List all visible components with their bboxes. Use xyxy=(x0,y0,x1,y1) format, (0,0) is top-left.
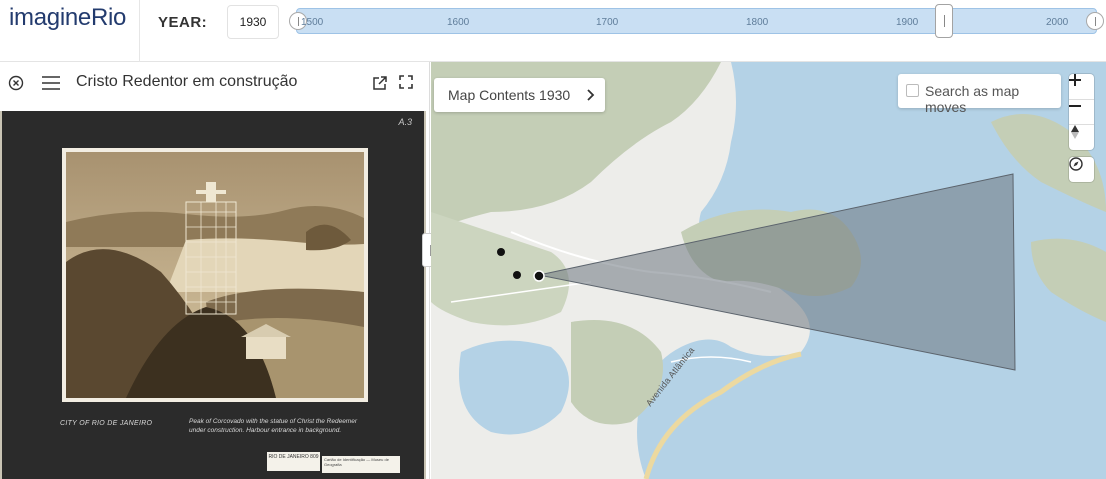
header-bar: imagineRio YEAR: 1930 1500 1600 1700 180… xyxy=(0,0,1106,62)
year-input[interactable]: 1930 xyxy=(227,5,279,39)
zoom-out-button[interactable] xyxy=(1069,99,1094,124)
map-contents-button[interactable]: Map Contents 1930 xyxy=(434,78,605,112)
chevron-right-icon xyxy=(584,88,596,102)
search-as-map-moves-label: Search as map moves xyxy=(925,83,1020,115)
reset-north-button[interactable] xyxy=(1069,124,1094,149)
timeline-year-handle[interactable] xyxy=(935,4,953,38)
historic-photo xyxy=(66,152,364,398)
timeline-tick: 1700 xyxy=(596,17,619,28)
image-detail-panel: Cristo Redentor em construção A.3 CITY O… xyxy=(0,62,430,479)
search-as-map-moves-checkbox[interactable] xyxy=(906,84,919,97)
panel-title: Cristo Redentor em construção xyxy=(76,73,298,90)
fullscreen-icon[interactable] xyxy=(398,74,414,90)
page-number: A.3 xyxy=(398,117,412,127)
timeline-slider[interactable]: 1500 1600 1700 1800 1900 2000 xyxy=(289,4,1104,38)
timeline-tick: 1500 xyxy=(301,17,324,28)
plus-icon xyxy=(1069,74,1081,86)
photo-mount xyxy=(62,148,368,402)
map-view[interactable]: Avenida Atlântica Map Contents 1930 Sear… xyxy=(431,62,1106,479)
locate-button[interactable] xyxy=(1069,157,1094,182)
map-contents-label: Map Contents 1930 xyxy=(448,87,571,103)
hamburger-menu-icon[interactable] xyxy=(42,75,60,91)
year-label: YEAR: xyxy=(158,14,208,31)
historic-photo-viewer[interactable]: A.3 CITY OF RIO DE JANEIRO Peak of Corco… xyxy=(0,111,426,479)
app-logo[interactable]: imagineRio xyxy=(9,4,126,32)
search-as-map-moves[interactable]: Search as map moves xyxy=(898,74,1061,115)
timeline-tick: 1800 xyxy=(746,17,769,28)
minus-icon xyxy=(1069,105,1081,107)
archive-tag: Cartão de Identificação — Museu de Geogr… xyxy=(322,456,400,473)
zoom-controls xyxy=(1069,74,1094,150)
caption-city: CITY OF RIO DE JANEIRO xyxy=(60,420,153,427)
timeline-tick: 2000 xyxy=(1046,17,1069,28)
header-divider xyxy=(139,0,140,62)
timeline-tick: 1600 xyxy=(447,17,470,28)
timeline-tick: 1900 xyxy=(896,17,919,28)
caption-description: Peak of Corcovado with the statue of Chr… xyxy=(189,418,358,434)
basemap xyxy=(431,62,1106,479)
compass-north-icon xyxy=(1071,125,1079,139)
archive-label: RIO DE JANEIRO 809 xyxy=(267,452,320,471)
navigation-icon xyxy=(1069,157,1083,171)
zoom-in-button[interactable] xyxy=(1069,74,1094,99)
panel-header: Cristo Redentor em construção xyxy=(0,62,430,104)
timeline-end-handle[interactable] xyxy=(1086,12,1104,30)
external-link-icon[interactable] xyxy=(371,74,388,91)
close-icon[interactable] xyxy=(7,74,25,92)
album-page: A.3 CITY OF RIO DE JANEIRO Peak of Corco… xyxy=(2,111,424,479)
